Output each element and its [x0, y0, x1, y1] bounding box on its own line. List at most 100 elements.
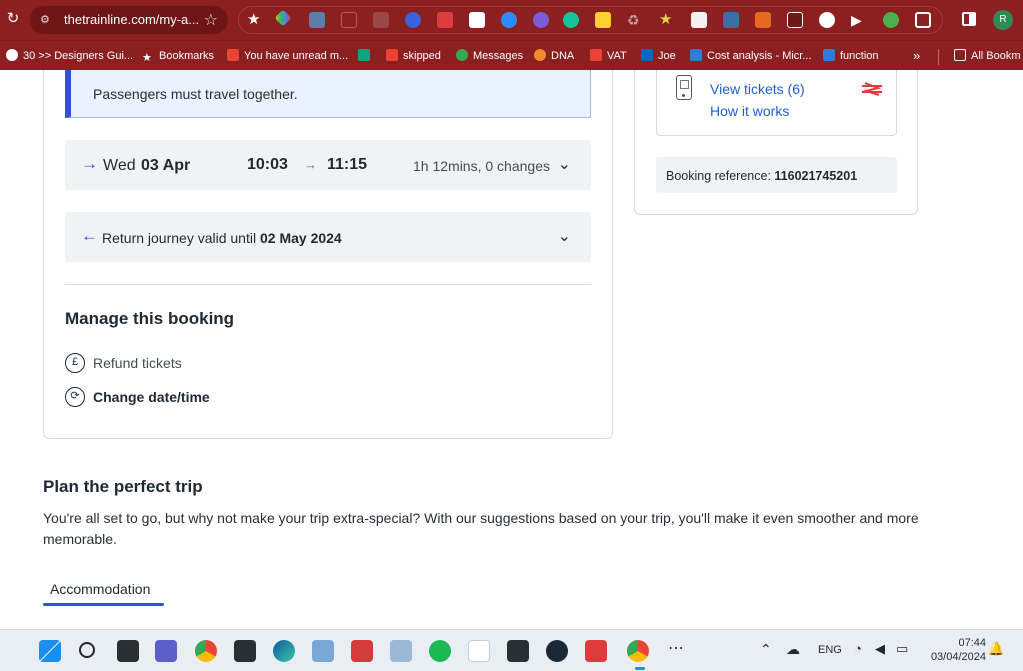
booking-card: Passengers must travel together. → Wed 0… [43, 70, 613, 439]
gear-icon[interactable] [533, 12, 549, 28]
bookmark-label: skipped [403, 50, 441, 62]
search-icon[interactable] [79, 642, 95, 658]
passenger-notice: Passengers must travel together. [65, 70, 591, 118]
extension-icon[interactable] [691, 12, 707, 28]
bookmarks-divider [938, 49, 939, 65]
bookmarks-overflow-button[interactable]: » [913, 48, 920, 64]
extension-icon[interactable] [309, 12, 325, 28]
wifi-icon[interactable]: ◔ [854, 641, 862, 656]
chevron-up-icon[interactable]: ⌃ [760, 641, 772, 658]
grammarly-icon[interactable] [563, 12, 579, 28]
bookmark-joe[interactable]: Joe [641, 48, 676, 64]
all-bookmarks[interactable]: All Bookm [954, 48, 1021, 64]
gmail-icon [227, 49, 239, 61]
chevron-down-icon[interactable]: ⌄ [558, 154, 571, 174]
bookmark-dna[interactable]: DNA [534, 48, 574, 64]
bookmark-label: Messages [473, 50, 524, 62]
address-bar[interactable]: ⚙ thetrainline.com/my-a... ☆ [30, 6, 228, 34]
bookmark-label: You have unread m... [244, 50, 349, 62]
extension-icon[interactable] [787, 12, 803, 28]
clock-date: 03/04/2024 [930, 651, 986, 663]
extension-icon[interactable] [341, 12, 357, 28]
bookmark-designers[interactable]: 30 >> Designers Gui... [6, 48, 133, 64]
arrow-right-icon: → [81, 154, 98, 173]
star-icon[interactable]: ★ [247, 12, 263, 28]
image-viewer-icon[interactable] [390, 640, 412, 662]
teams-icon[interactable] [155, 640, 177, 662]
puzzle-icon[interactable] [915, 12, 931, 28]
profile-avatar[interactable]: R [993, 10, 1013, 30]
volume-icon[interactable]: ◀ [875, 641, 885, 657]
url-text[interactable]: thetrainline.com/my-a... [64, 12, 199, 27]
bookmark-label: 30 >> Designers Gui... [23, 50, 134, 62]
more-icon[interactable]: ⋯ [668, 638, 684, 658]
cursor-icon[interactable]: ▶ [851, 12, 867, 28]
extension-icon[interactable] [883, 12, 899, 28]
extension-icon[interactable] [723, 12, 739, 28]
camera-icon[interactable] [373, 12, 389, 28]
windows-start-icon[interactable] [39, 640, 61, 662]
notification-bell-icon[interactable]: 🔔 [988, 641, 1004, 657]
return-validity-date: 02 May 2024 [259, 230, 342, 246]
return-validity-label: Return journey valid until [102, 230, 260, 246]
bookmark-function[interactable]: function [823, 48, 879, 64]
task-view-icon[interactable] [117, 640, 139, 662]
booking-reference-label: Booking reference: [666, 169, 775, 183]
davinci-icon[interactable] [507, 640, 529, 662]
linkedin-icon [641, 49, 653, 61]
return-journey-row[interactable]: ← Return journey valid until 02 May 2024… [65, 212, 591, 262]
language-indicator[interactable]: ENG [818, 644, 842, 656]
tab-accommodation-label: Accommodation [50, 581, 151, 597]
outbound-day: Wed [103, 157, 136, 174]
refresh-icon: ⟳ [65, 387, 85, 407]
edge-icon[interactable] [273, 640, 295, 662]
bookmark-messages[interactable]: Messages [456, 48, 523, 64]
how-it-works-link[interactable]: How it works [710, 103, 789, 119]
outbound-date: 03 Apr [141, 157, 191, 174]
app-icon[interactable] [351, 640, 373, 662]
notepad-icon[interactable] [468, 640, 490, 662]
browser-toolbar: ↻ ⚙ thetrainline.com/my-a... ☆ ★ ♻ ★ ▶ R [0, 0, 1023, 40]
bookmark-vat[interactable]: VAT [590, 48, 627, 64]
arrival-time: 11:15 [327, 156, 368, 173]
chrome-icon[interactable] [195, 640, 217, 662]
steam-icon[interactable] [546, 640, 568, 662]
steam-icon[interactable] [819, 12, 835, 28]
bookmark-cost-analysis[interactable]: Cost analysis - Micr... [690, 48, 812, 64]
view-tickets-link[interactable]: View tickets (6) [710, 81, 805, 97]
star-icon[interactable]: ★ [659, 12, 675, 28]
side-panel-icon[interactable] [962, 12, 976, 26]
miro-icon[interactable] [595, 12, 611, 28]
chrome-icon[interactable] [627, 640, 649, 662]
recycle-icon[interactable]: ♻ [627, 12, 643, 28]
zoom-icon[interactable] [501, 12, 517, 28]
extension-icon[interactable] [469, 12, 485, 28]
extension-icon[interactable] [437, 12, 453, 28]
battery-icon[interactable]: ▭ [896, 641, 908, 657]
extension-icon[interactable] [405, 12, 421, 28]
bookmark-star-icon[interactable]: ☆ [204, 10, 218, 30]
clock[interactable]: 07:44 03/04/2024 [920, 636, 986, 664]
extension-icon[interactable] [755, 12, 771, 28]
bookmarks-bar: 30 >> Designers Gui... ★ Bookmarks You ha… [0, 40, 1023, 70]
bookmark-bookmarks[interactable]: ★ Bookmarks [142, 48, 214, 64]
terminal-icon[interactable] [234, 640, 256, 662]
chevron-down-icon[interactable]: ⌄ [558, 226, 571, 246]
cloud-icon[interactable]: ☁ [786, 641, 800, 658]
gmail-icon [590, 49, 602, 61]
reload-icon[interactable]: ↻ [4, 10, 22, 28]
mobile-phone-icon [676, 75, 692, 100]
page-content: Passengers must travel together. → Wed 0… [0, 70, 1023, 629]
outbound-journey-row[interactable]: → Wed 03 Apr 10:03 → 11:15 1h 12mins, 0 … [65, 140, 591, 190]
spotify-icon[interactable] [429, 640, 451, 662]
bookmark-skipped[interactable]: skipped [386, 48, 441, 64]
app-icon[interactable] [585, 640, 607, 662]
messages-icon [456, 49, 468, 61]
extension-icon[interactable] [274, 9, 292, 27]
tab-accommodation[interactable]: Accommodation [43, 578, 164, 606]
azure-icon [823, 49, 835, 61]
bookmark-chatgpt[interactable] [358, 48, 375, 64]
photos-icon[interactable] [312, 640, 334, 662]
bookmark-gmail-unread[interactable]: You have unread m... [227, 48, 348, 64]
site-settings-icon[interactable]: ⚙ [40, 13, 54, 27]
